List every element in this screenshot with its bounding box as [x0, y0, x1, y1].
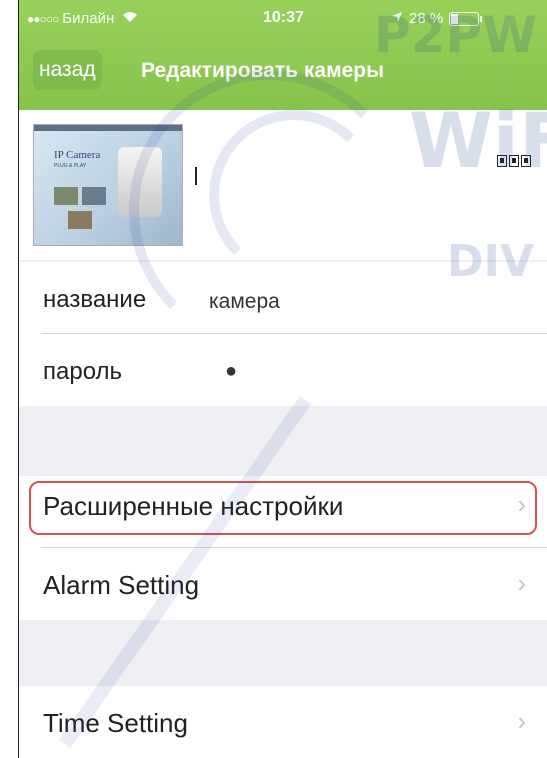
phone-screen: ●●○○○ Билайн 10:37 28 % назад Редактиров… — [18, 0, 547, 758]
chevron-right-icon: › — [517, 489, 526, 519]
location-arrow-icon — [391, 10, 403, 27]
watermark-arc-inner — [209, 110, 379, 280]
back-button[interactable]: назад — [33, 50, 102, 90]
thumbnail-photo-1 — [54, 187, 78, 205]
battery-icon — [449, 11, 483, 26]
wifi-icon — [122, 11, 138, 26]
thumbnail-caption: IP Camera — [54, 149, 101, 161]
chevron-right-icon: › — [517, 568, 526, 598]
qr-code-icon[interactable] — [497, 154, 531, 171]
status-time: 10:37 — [263, 9, 304, 26]
name-label: название — [43, 286, 147, 313]
password-label: пароль — [43, 358, 123, 385]
thumbnail-photo-3 — [68, 211, 92, 229]
chevron-right-icon: › — [517, 706, 526, 736]
status-left: ●●○○○ Билайн — [27, 10, 138, 27]
status-bar: ●●○○○ Билайн 10:37 28 % — [19, 0, 547, 34]
signal-strength-icon: ●●○○○ — [27, 11, 59, 26]
password-field[interactable]: ● — [225, 360, 237, 383]
advanced-settings-label: Расширенные настройки — [43, 491, 344, 521]
advanced-settings-row[interactable]: Расширенные настройки › — [19, 476, 547, 548]
status-right: 28 % — [391, 10, 483, 27]
battery-percent: 28 % — [409, 10, 444, 27]
carrier-name: Билайн — [62, 10, 115, 27]
alarm-setting-row[interactable]: Alarm Setting › — [19, 548, 547, 620]
thumbnail-photo-2 — [82, 187, 106, 205]
thumbnail-subcaption: PLUG & PLAY — [54, 163, 87, 169]
